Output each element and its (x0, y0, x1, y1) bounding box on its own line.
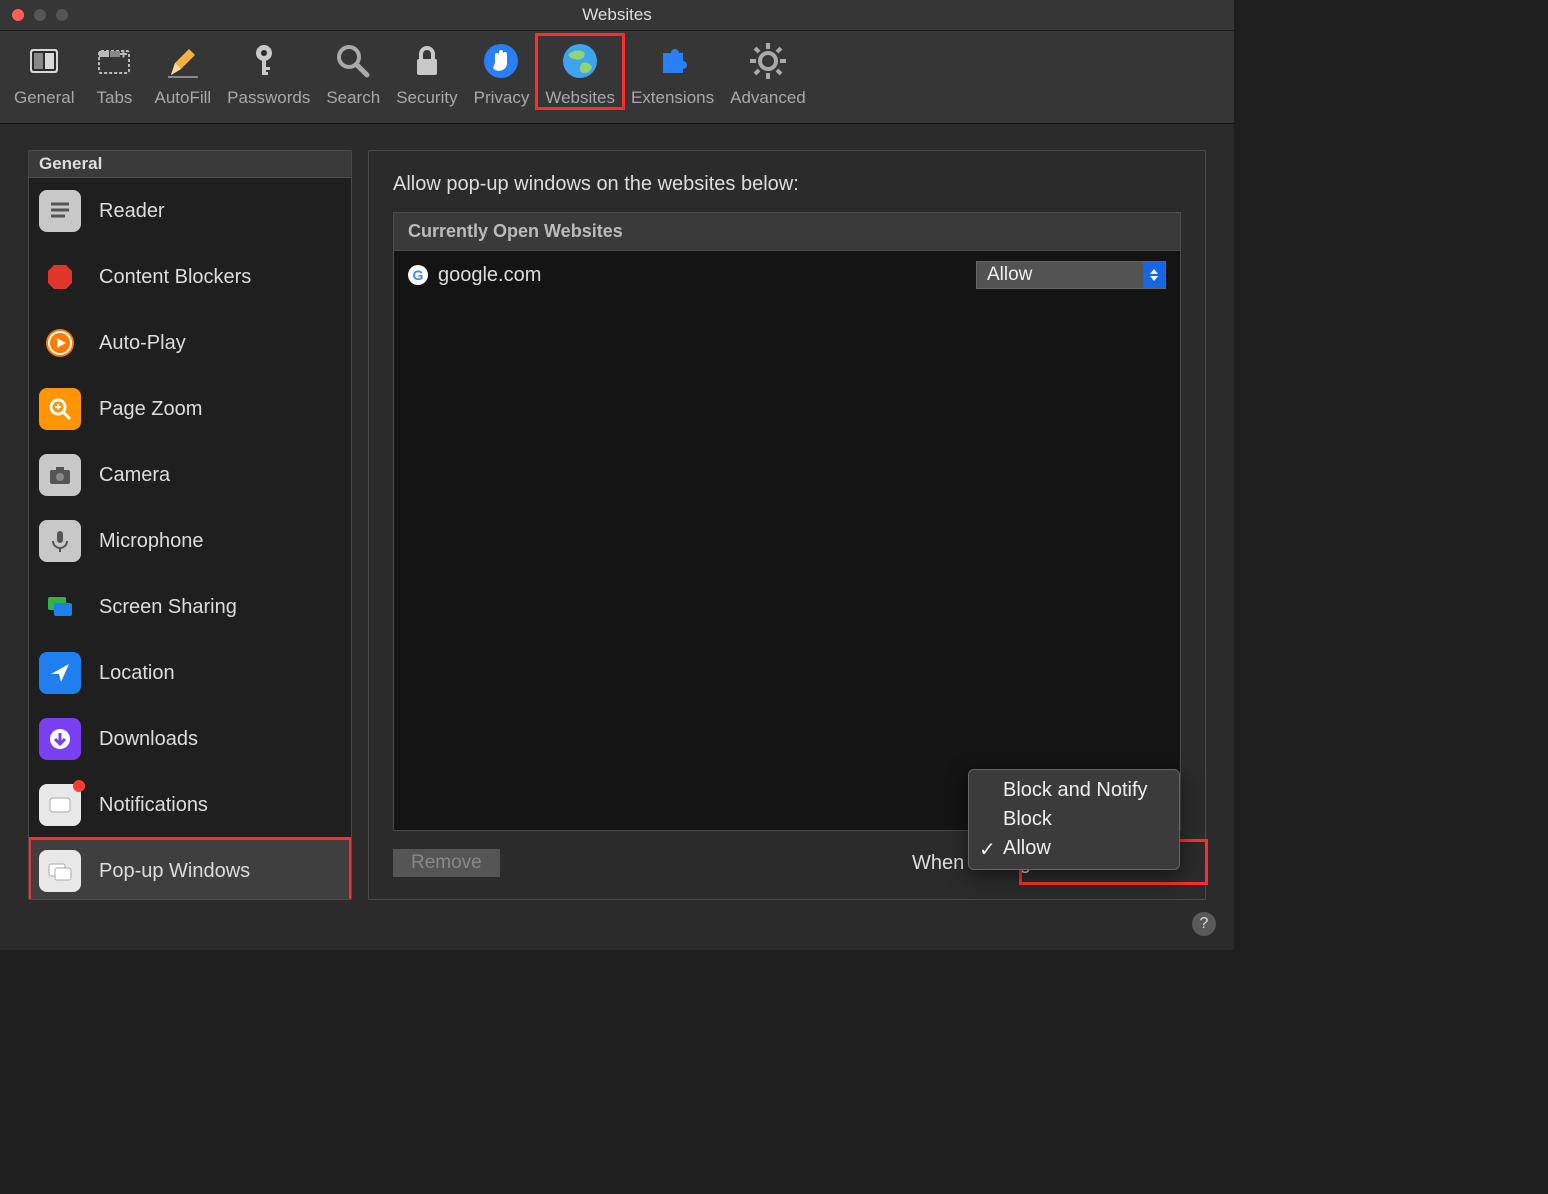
sidebar-item-content-blockers[interactable]: Content Blockers (29, 244, 351, 310)
gear-icon (744, 37, 792, 85)
location-icon (39, 652, 81, 694)
sidebar-item-label: Downloads (99, 728, 198, 751)
websites-listbox: Currently Open Websites Ggoogle.com Allow (393, 212, 1181, 831)
tab-label: AutoFill (154, 88, 211, 108)
sidebar: General Reader Content Blockers Auto-Play P… (28, 150, 352, 900)
tab-autofill[interactable]: AutoFill (146, 37, 219, 108)
sidebar-item-label: Content Blockers (99, 266, 251, 289)
tab-label: Websites (545, 88, 615, 108)
list-header: Currently Open Websites (394, 213, 1180, 251)
tab-extensions[interactable]: Extensions (623, 37, 722, 108)
sidebar-item-camera[interactable]: Camera (29, 442, 351, 508)
remove-button[interactable]: Remove (393, 849, 500, 877)
tabs-icon (90, 37, 138, 85)
sidebar-item-label: Screen Sharing (99, 596, 237, 619)
sidebar-item-page-zoom[interactable]: Page Zoom (29, 376, 351, 442)
website-row[interactable]: Ggoogle.com Allow (394, 251, 1180, 299)
globe-icon (556, 37, 604, 85)
window-title: Websites (0, 5, 1234, 25)
website-domain: google.com (438, 264, 966, 287)
favicon-icon: G (408, 265, 428, 285)
tab-label: Extensions (631, 88, 714, 108)
hand-icon (477, 37, 525, 85)
sidebar-item-downloads[interactable]: Downloads (29, 706, 351, 772)
content-blockers-icon (39, 256, 81, 298)
menu-item[interactable]: Allow (969, 834, 1179, 863)
sidebar-item-microphone[interactable]: Microphone (29, 508, 351, 574)
tab-label: Privacy (474, 88, 530, 108)
microphone-icon (39, 520, 81, 562)
tab-advanced[interactable]: Advanced (722, 37, 814, 108)
tab-label: General (14, 88, 74, 108)
sidebar-item-label: Camera (99, 464, 170, 487)
sidebar-item-label: Auto-Play (99, 332, 186, 355)
website-permission-select[interactable]: Allow (976, 261, 1166, 289)
screen-sharing-icon (39, 586, 81, 628)
tab-label: Search (326, 88, 380, 108)
menu-item[interactable]: Block and Notify (969, 776, 1179, 805)
sidebar-item-reader[interactable]: Reader (29, 178, 351, 244)
menu-item[interactable]: Block (969, 805, 1179, 834)
sidebar-item-label: Pop-up Windows (99, 860, 250, 883)
reader-icon (39, 190, 81, 232)
tab-label: Tabs (97, 88, 133, 108)
tab-security[interactable]: Security (388, 37, 465, 108)
help-button[interactable]: ? (1192, 912, 1216, 936)
sidebar-item-pop-up-windows[interactable]: Pop-up Windows (29, 838, 351, 899)
sidebar-item-screen-sharing[interactable]: Screen Sharing (29, 574, 351, 640)
sidebar-header: General (29, 151, 351, 178)
other-websites-dropdown-menu[interactable]: Block and NotifyBlockAllow (968, 769, 1180, 870)
search-icon (329, 37, 377, 85)
key-icon (245, 37, 293, 85)
camera-icon (39, 454, 81, 496)
main-heading: Allow pop-up windows on the websites bel… (393, 173, 1181, 196)
sidebar-item-label: Notifications (99, 794, 208, 817)
tab-label: Passwords (227, 88, 310, 108)
sidebar-item-label: Microphone (99, 530, 204, 553)
sidebar-item-label: Location (99, 662, 175, 685)
downloads-icon (39, 718, 81, 760)
pencil-icon (159, 37, 207, 85)
tab-general[interactable]: General (6, 37, 82, 108)
preferences-window: Websites General Tabs AutoFill Passwords… (0, 0, 1234, 950)
page-zoom-icon (39, 388, 81, 430)
tab-websites[interactable]: Websites (537, 37, 623, 108)
puzzle-icon (649, 37, 697, 85)
lock-icon (403, 37, 451, 85)
sidebar-item-label: Page Zoom (99, 398, 202, 421)
sidebar-item-location[interactable]: Location (29, 640, 351, 706)
sidebar-item-label: Reader (99, 200, 165, 223)
sidebar-item-auto-play[interactable]: Auto-Play (29, 310, 351, 376)
tab-label: Advanced (730, 88, 806, 108)
tab-label: Security (396, 88, 457, 108)
pop-up-windows-icon (39, 850, 81, 892)
tab-privacy[interactable]: Privacy (466, 37, 538, 108)
switch-icon (20, 37, 68, 85)
prefs-toolbar: General Tabs AutoFill Passwords Search S… (0, 31, 1234, 124)
notifications-icon (39, 784, 81, 826)
auto-play-icon (39, 322, 81, 364)
tab-tabs[interactable]: Tabs (82, 37, 146, 108)
titlebar: Websites (0, 0, 1234, 31)
tab-passwords[interactable]: Passwords (219, 37, 318, 108)
tab-search[interactable]: Search (318, 37, 388, 108)
sidebar-item-notifications[interactable]: Notifications (29, 772, 351, 838)
